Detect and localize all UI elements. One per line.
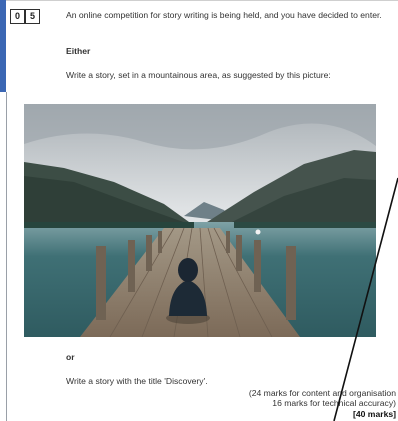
picture-instruction: Write a story, set in a mountainous area… <box>66 70 331 80</box>
exam-page: 0 5 An online competition for story writ… <box>0 0 398 421</box>
alternative-task: Write a story with the title 'Discovery'… <box>66 376 208 386</box>
question-number-digit-2: 5 <box>25 9 40 24</box>
mountain-lake-pier-photo <box>24 104 376 337</box>
question-number-digit-1: 0 <box>10 9 25 24</box>
left-accent-bar <box>0 0 6 92</box>
or-label: or <box>66 352 75 362</box>
marks-technical-accuracy: 16 marks for technical accuracy) <box>272 398 396 408</box>
marks-total: [40 marks] <box>353 409 396 419</box>
question-intro: An online competition for story writing … <box>66 10 382 20</box>
left-margin-line <box>6 92 7 421</box>
either-label: Either <box>66 46 91 56</box>
page-top-rule <box>6 0 398 1</box>
